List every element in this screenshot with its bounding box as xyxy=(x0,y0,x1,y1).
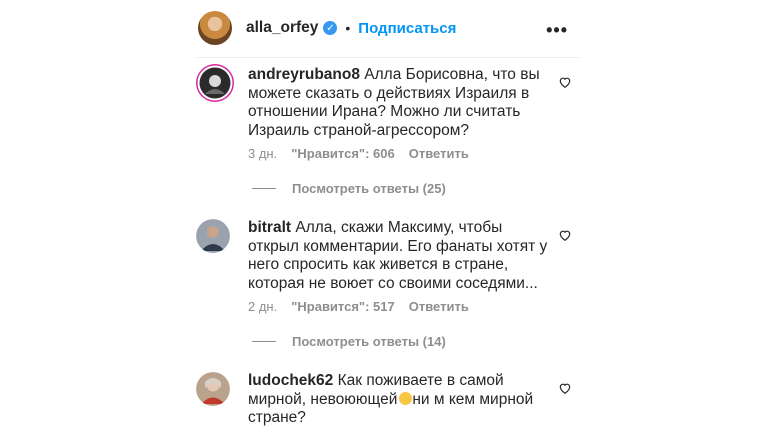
comment-meta: 3 дн. "Нравится": 606 Ответить xyxy=(248,146,469,161)
like-heart-icon[interactable] xyxy=(558,228,572,242)
separator-dot: • xyxy=(345,20,351,36)
comment-likes[interactable]: "Нравится": 606 xyxy=(291,146,395,161)
replies-line xyxy=(252,188,276,189)
comment-username[interactable]: andreyrubano8 xyxy=(248,66,360,83)
replies-line xyxy=(252,341,276,342)
comment-age: 3 дн. xyxy=(248,146,278,161)
grinning-sweat-emoji-icon xyxy=(399,391,413,405)
reply-button[interactable]: Ответить xyxy=(409,299,469,314)
like-heart-icon[interactable] xyxy=(558,75,572,89)
more-options-icon[interactable]: ••• xyxy=(546,20,568,41)
author-username[interactable]: alla_orfey xyxy=(246,19,318,37)
like-heart-icon[interactable] xyxy=(558,381,572,395)
view-replies-button[interactable]: Посмотреть ответы (25) xyxy=(252,181,446,196)
comment-likes[interactable]: "Нравится": 517 xyxy=(291,299,395,314)
verified-badge-icon: ✓ xyxy=(323,21,338,35)
view-replies-label: Посмотреть ответы (25) xyxy=(292,181,446,196)
comment-text: Алла, скажи Максиму, чтобы открыл коммен… xyxy=(248,219,548,292)
comment-age: 2 дн. xyxy=(248,299,278,314)
comment-meta: 2 дн. "Нравится": 517 Ответить xyxy=(248,299,469,314)
comment-body: andreyrubano8 Алла Борисовна, что вы мож… xyxy=(248,66,548,140)
comment-username[interactable]: bitralt xyxy=(248,219,291,236)
follow-button[interactable]: Подписаться xyxy=(358,20,456,37)
commenter-avatar[interactable] xyxy=(196,372,230,406)
header-divider xyxy=(196,57,580,58)
reply-button[interactable]: Ответить xyxy=(409,146,469,161)
comment-body: bitralt Алла, скажи Максиму, чтобы откры… xyxy=(248,219,548,293)
commenter-avatar[interactable] xyxy=(196,64,234,102)
comment-body: ludochek62 Как поживаете в самой мирной,… xyxy=(248,372,548,428)
view-replies-button[interactable]: Посмотреть ответы (14) xyxy=(252,334,446,349)
commenter-avatar[interactable] xyxy=(196,219,230,253)
author-avatar[interactable] xyxy=(198,11,232,45)
post-header: alla_orfey ✓ • Подписаться ••• xyxy=(196,8,580,48)
view-replies-label: Посмотреть ответы (14) xyxy=(292,334,446,349)
comment-username[interactable]: ludochek62 xyxy=(248,372,333,389)
